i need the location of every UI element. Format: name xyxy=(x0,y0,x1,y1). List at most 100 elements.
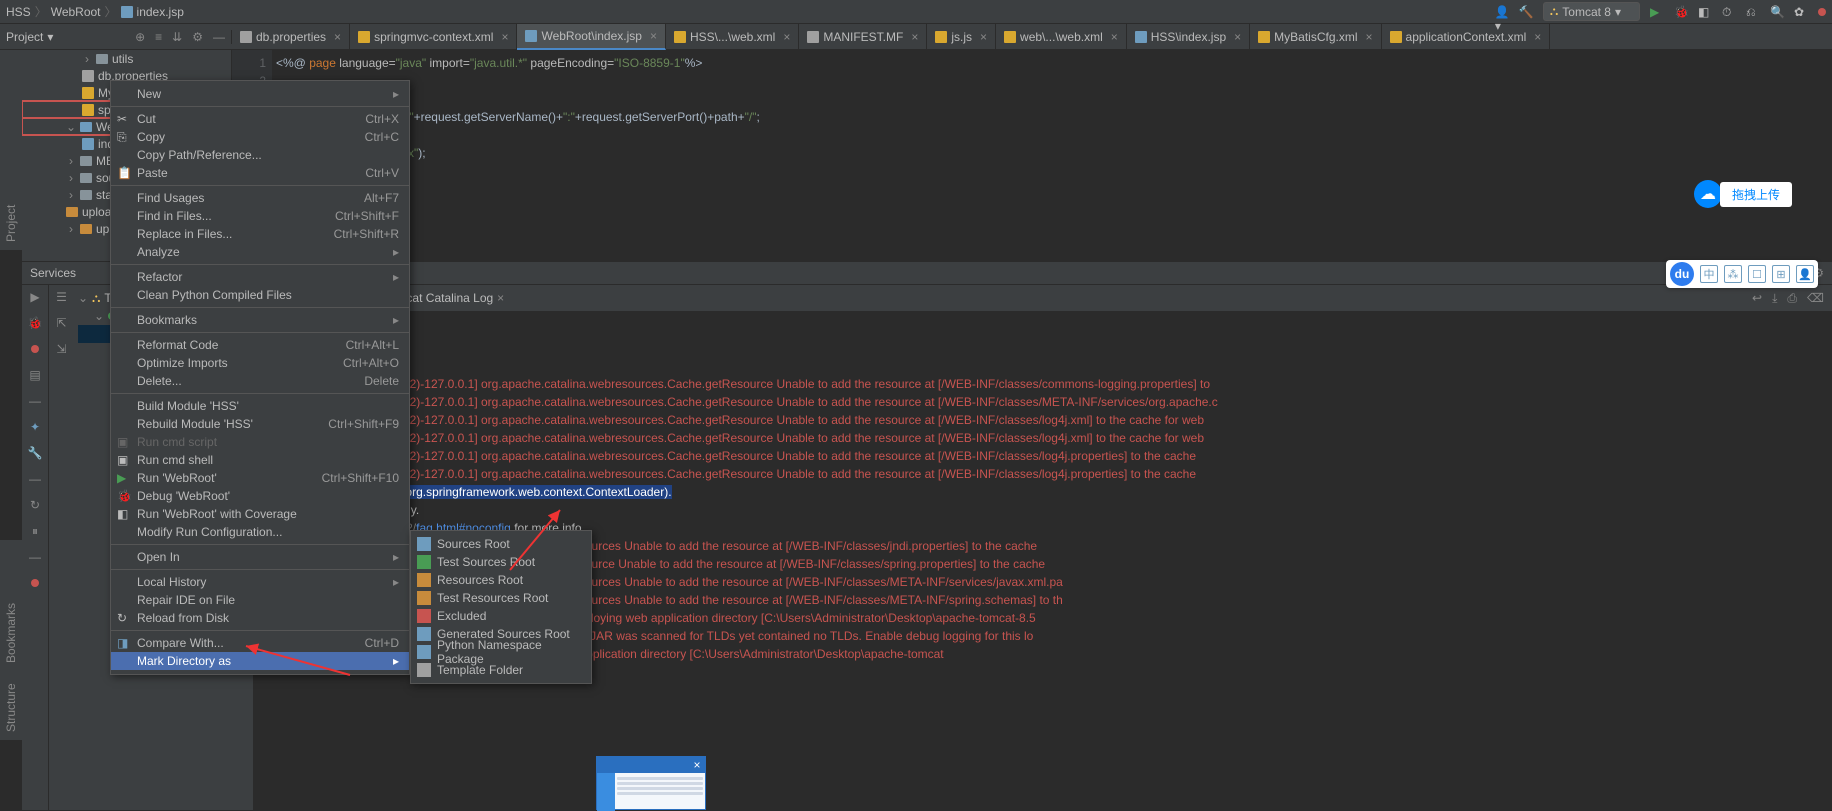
pill-btn[interactable]: ☐ xyxy=(1748,265,1766,283)
red-dot-icon[interactable] xyxy=(27,575,43,591)
run-config-selector[interactable]: ⛬ Tomcat 8 ▾ xyxy=(1543,2,1640,21)
clear-icon[interactable]: ⌫ xyxy=(1807,289,1824,307)
tree-icon[interactable]: ☰ xyxy=(54,289,70,305)
hide-icon[interactable]: — xyxy=(213,30,225,44)
close-icon[interactable]: × xyxy=(1366,30,1373,44)
tree-item[interactable]: utils xyxy=(112,52,133,66)
breadcrumb-folder[interactable]: WebRoot xyxy=(51,5,101,19)
menu-cut[interactable]: ✂CutCtrl+X xyxy=(111,110,409,128)
run-icon[interactable]: ▶ xyxy=(1650,5,1664,19)
menu-copy[interactable]: ⎘CopyCtrl+C xyxy=(111,128,409,146)
menu-paste[interactable]: 📋PasteCtrl+V xyxy=(111,164,409,182)
user-icon[interactable]: 👤▾ xyxy=(1495,5,1509,19)
menu-run-webroot[interactable]: ▶Run 'WebRoot'Ctrl+Shift+F10 xyxy=(111,469,409,487)
close-icon[interactable]: × xyxy=(1534,30,1541,44)
bug-icon[interactable]: 🐞 xyxy=(27,315,43,331)
menu-open-in[interactable]: Open In▸ xyxy=(111,548,409,566)
editor-tab[interactable]: HSS\...\web.xml× xyxy=(666,24,799,50)
expand-icon[interactable]: ≡ xyxy=(155,30,162,44)
print-icon[interactable]: ⎙ xyxy=(1787,289,1797,307)
breadcrumb-root[interactable]: HSS xyxy=(6,5,31,19)
project-label[interactable]: Project xyxy=(6,30,43,44)
stop-icon[interactable] xyxy=(27,341,43,357)
editor-tab[interactable]: WebRoot\index.jsp× xyxy=(517,24,666,50)
soft-wrap-icon[interactable]: ↩ xyxy=(1752,289,1762,307)
gear-icon[interactable]: ⚙ xyxy=(192,30,203,44)
editor-tab[interactable]: js.js× xyxy=(927,24,996,50)
rerun-icon[interactable]: ↻ xyxy=(27,497,43,513)
target-icon[interactable]: ⊕ xyxy=(135,30,145,44)
menu-refactor[interactable]: Refactor▸ xyxy=(111,268,409,286)
menu-find-usages[interactable]: Find UsagesAlt+F7 xyxy=(111,189,409,207)
upload-widget[interactable]: ☁ 拖拽上传 xyxy=(1694,180,1792,208)
pill-btn[interactable]: 👤 xyxy=(1796,265,1814,283)
profiler-icon[interactable]: ⏱ xyxy=(1722,5,1736,19)
menu-reload-disk[interactable]: ↻Reload from Disk xyxy=(111,609,409,627)
close-icon[interactable]: × xyxy=(980,30,987,44)
menu-find-in-files[interactable]: Find in Files...Ctrl+Shift+F xyxy=(111,207,409,225)
menu-local-history[interactable]: Local History▸ xyxy=(111,573,409,591)
pill-btn[interactable]: ⁂ xyxy=(1724,265,1742,283)
expand-icon[interactable]: ⇱ xyxy=(54,315,70,331)
stop-icon[interactable] xyxy=(1818,8,1826,16)
left-tool-strip[interactable]: Project xyxy=(0,50,22,250)
menu-replace-in-files[interactable]: Replace in Files...Ctrl+Shift+R xyxy=(111,225,409,243)
menu-clean-python[interactable]: Clean Python Compiled Files xyxy=(111,286,409,304)
menu-repair-ide[interactable]: Repair IDE on File xyxy=(111,591,409,609)
submenu-test-resources-root[interactable]: Test Resources Root xyxy=(411,589,591,607)
menu-rebuild-module[interactable]: Rebuild Module 'HSS'Ctrl+Shift+F9 xyxy=(111,415,409,433)
pill-btn[interactable]: ⊞ xyxy=(1772,265,1790,283)
menu-run-coverage[interactable]: ◧Run 'WebRoot' with Coverage xyxy=(111,505,409,523)
settings-icon[interactable]: ✿ xyxy=(1794,5,1808,19)
close-icon[interactable]: × xyxy=(501,30,508,44)
build-icon[interactable]: 🔨 xyxy=(1519,5,1533,19)
collapse-icon[interactable]: ⇊ xyxy=(172,30,182,44)
menu-bookmarks[interactable]: Bookmarks▸ xyxy=(111,311,409,329)
close-icon[interactable]: × xyxy=(334,30,341,44)
chevron-down-icon[interactable]: ▾ xyxy=(47,30,53,44)
close-icon[interactable]: × xyxy=(1234,30,1241,44)
menu-new[interactable]: New▸ xyxy=(111,85,409,103)
menu-delete[interactable]: Delete...Delete xyxy=(111,372,409,390)
debug-icon[interactable]: 🐞 xyxy=(1674,5,1688,19)
scroll-end-icon[interactable]: ⤓ xyxy=(1772,289,1777,307)
code-area[interactable]: <%@ page language="java" import="java.ut… xyxy=(276,54,1832,162)
editor-tab[interactable]: db.properties× xyxy=(232,24,350,50)
editor-tab[interactable]: MyBatisCfg.xml× xyxy=(1250,24,1381,50)
pill-btn[interactable]: 中 xyxy=(1700,265,1718,283)
breadcrumb-file[interactable]: index.jsp xyxy=(137,5,184,19)
menu-build-module[interactable]: Build Module 'HSS' xyxy=(111,397,409,415)
left-tool-strip-2[interactable]: StructureBookmarks xyxy=(0,540,22,740)
submenu-template-folder[interactable]: Template Folder xyxy=(411,661,591,679)
more-icon[interactable]: ✦ xyxy=(27,419,43,435)
editor-tab[interactable]: HSS\index.jsp× xyxy=(1127,24,1250,50)
menu-run-cmd-shell[interactable]: ▣Run cmd shell xyxy=(111,451,409,469)
git-icon[interactable]: ⎌ xyxy=(1746,5,1760,19)
context-menu[interactable]: New▸ ✂CutCtrl+X ⎘CopyCtrl+C Copy Path/Re… xyxy=(110,80,410,675)
menu-reformat[interactable]: Reformat CodeCtrl+Alt+L xyxy=(111,336,409,354)
editor-tab[interactable]: MANIFEST.MF× xyxy=(799,24,927,50)
close-icon[interactable]: × xyxy=(497,289,504,307)
close-icon[interactable]: × xyxy=(783,30,790,44)
close-icon[interactable]: × xyxy=(650,29,657,43)
editor-tab[interactable]: springmvc-context.xml× xyxy=(350,24,517,50)
editor-tab[interactable]: applicationContext.xml× xyxy=(1382,24,1551,50)
close-icon[interactable]: × xyxy=(911,30,918,44)
filter-icon[interactable]: ▤ xyxy=(27,367,43,383)
editor[interactable]: 12 <%@ page language="java" import="java… xyxy=(232,50,1832,261)
pause-icon[interactable]: ⏸ xyxy=(27,523,43,539)
menu-copy-path[interactable]: Copy Path/Reference... xyxy=(111,146,409,164)
baidu-widget[interactable]: du 中 ⁂ ☐ ⊞ 👤 xyxy=(1666,260,1818,288)
close-icon[interactable]: × xyxy=(689,758,705,772)
taskbar-thumbnail[interactable]: × xyxy=(596,756,706,810)
wrench-icon[interactable]: 🔧 xyxy=(27,445,43,461)
search-icon[interactable]: 🔍 xyxy=(1770,5,1784,19)
menu-debug-webroot[interactable]: 🐞Debug 'WebRoot' xyxy=(111,487,409,505)
menu-analyze[interactable]: Analyze▸ xyxy=(111,243,409,261)
close-icon[interactable]: × xyxy=(1111,30,1118,44)
editor-tab[interactable]: web\...\web.xml× xyxy=(996,24,1127,50)
run-icon[interactable]: ▶ xyxy=(27,289,43,305)
tree-item[interactable]: uploa xyxy=(82,205,111,219)
collapse-icon[interactable]: ⇲ xyxy=(54,341,70,357)
submenu-excluded[interactable]: Excluded xyxy=(411,607,591,625)
